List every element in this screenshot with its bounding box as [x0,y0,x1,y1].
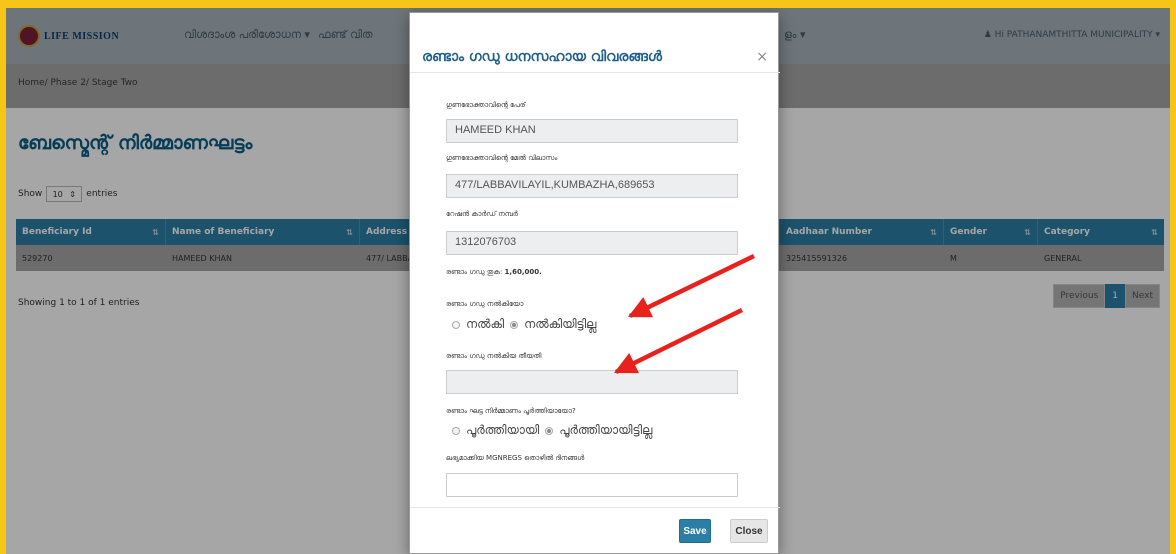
amount-text: രണ്ടാം ഗഡു തുക: 1,60,000. [446,268,542,277]
nav-menu-verification[interactable]: വിശദാംശ പരിശോധന ▾ [184,28,310,42]
amount-label: രണ്ടാം ഗഡു തുക: [446,268,503,276]
nav-menu-more[interactable]: ളം ▾ [784,28,805,42]
user-menu[interactable]: ♟ Hi PATHANAMTHITTA MUNICIPALITY ▾ [984,30,1160,40]
save-button[interactable]: Save [679,519,711,543]
modal-header: രണ്ടാം ഗഡു ധനസഹായ വിവരങ്ങൾ × [410,13,780,73]
given-radio-group: നൽകി നൽകിയിട്ടില്ല [452,317,596,332]
completed-no-label[interactable]: പൂർത്തിയായിട്ടില്ല [559,423,652,438]
amount-value: 1,60,000. [504,268,542,276]
nav-menu-fund[interactable]: ഫണ്ട് വിത [318,28,373,42]
ration-card-label: റേഷൻ കാർഡ് നമ്പർ [446,210,518,218]
beneficiary-name-field[interactable]: HAMEED KHAN [446,119,738,143]
mgnregs-days-field[interactable] [446,473,738,497]
address-label: ഗുണഭോക്താവിന്റെ മേൽ വിലാസം [446,154,558,162]
completed-label: രണ്ടാം ഘട്ട നിർമ്മാണം പൂർത്തിയായോ? [446,407,576,415]
user-label: Hi PATHANAMTHITTA MUNICIPALITY ▾ [994,30,1160,40]
close-icon[interactable]: × [756,49,768,65]
mgnregs-label: ലഭ്യമാക്കിയ MGNREGS തൊഴിൽ ദിനങ്ങൾ [446,454,585,462]
completed-yes-radio[interactable] [452,426,460,435]
given-date-label: രണ്ടാം ഗഡു നൽകിയ തീയതി [446,352,542,360]
close-button[interactable]: Close [730,519,768,543]
ration-card-field[interactable]: 1312076703 [446,231,738,255]
modal-title: രണ്ടാം ഗഡു ധനസഹായ വിവരങ്ങൾ [422,49,662,65]
completed-no-radio[interactable] [545,426,554,435]
installment-details-modal: രണ്ടാം ഗഡു ധനസഹായ വിവരങ്ങൾ × ഗുണഭോക്താവി… [409,12,780,554]
given-no-label[interactable]: നൽകിയിട്ടില്ല [524,317,596,332]
modal-footer: Save Close [410,507,780,553]
given-yes-label[interactable]: നൽകി [466,317,504,332]
address-field[interactable]: 477/LABBAVILAYIL,KUMBAZHA,689653 [446,174,738,198]
given-yes-radio[interactable] [452,320,460,329]
given-no-radio[interactable] [510,320,519,329]
given-date-field[interactable] [446,370,738,394]
completed-radio-group: പൂർത്തിയായി പൂർത്തിയായിട്ടില്ല [452,423,652,438]
given-label: രണ്ടാം ഗഡു നൽകിയോ [446,300,524,308]
user-icon: ♟ [983,30,995,40]
completed-yes-label[interactable]: പൂർത്തിയായി [466,423,539,438]
app-window: LIFE MISSION വിശദാംശ പരിശോധന ▾ ഫണ്ട് വിത… [6,8,1170,554]
beneficiary-name-label: ഗുണഭോക്താവിന്റെ പേര് [446,101,526,109]
